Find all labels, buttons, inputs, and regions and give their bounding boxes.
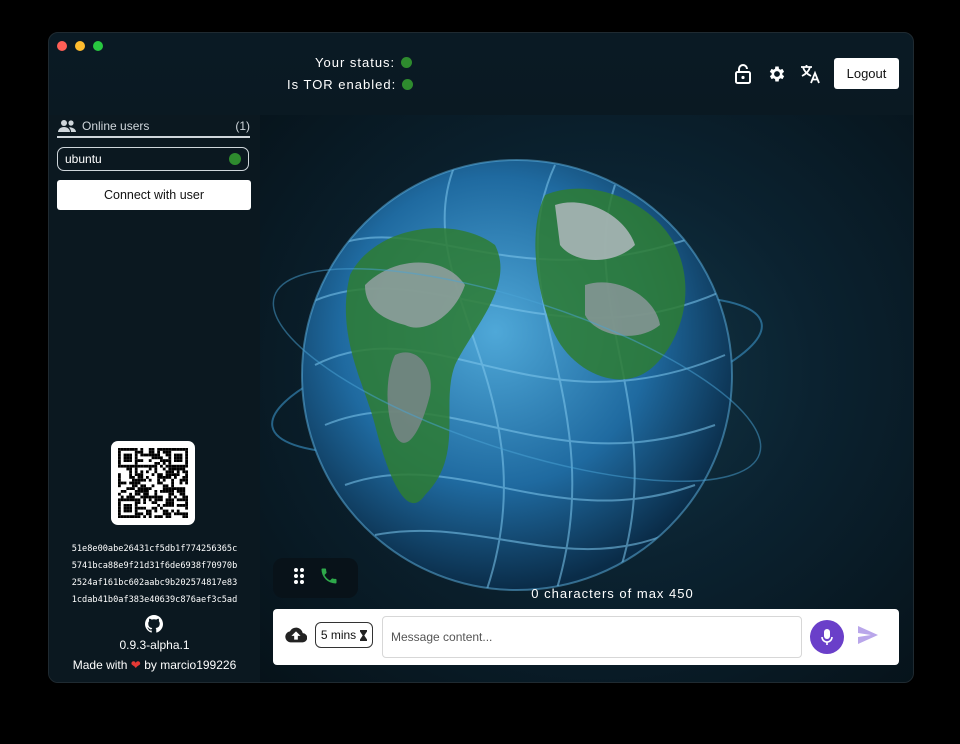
header-actions: Logout — [732, 58, 899, 89]
tor-dot — [402, 79, 414, 90]
made-with-suffix: by marcio199226 — [144, 658, 237, 672]
timer-value: 5 mins — [320, 628, 357, 642]
tor-label: Is TOR enabled: — [287, 77, 397, 92]
logout-button[interactable]: Logout — [834, 58, 899, 89]
user-online-dot — [229, 153, 241, 165]
github-icon[interactable] — [145, 615, 163, 633]
chat-area: 0 characters of max 450 5 mins — [260, 115, 913, 682]
made-with-prefix: Made with — [72, 658, 128, 672]
header: Your status: Is TOR enabled: Logout — [49, 33, 913, 115]
unlock-icon[interactable] — [732, 63, 754, 85]
globe-illustration — [260, 135, 775, 610]
connect-with-user-button[interactable]: Connect with user — [57, 180, 251, 210]
message-input[interactable] — [382, 616, 802, 658]
made-with-credit: Made with ❤ by marcio199226 — [49, 658, 260, 672]
online-users-header: Online users (1) — [57, 115, 250, 138]
user-name: ubuntu — [65, 152, 102, 166]
user-list-item[interactable]: ubuntu — [57, 147, 249, 171]
cloud-upload-icon[interactable] — [285, 627, 308, 648]
status-label: Your status: — [315, 55, 396, 70]
hourglass-icon — [360, 629, 368, 641]
users-icon — [58, 119, 76, 132]
translate-icon[interactable] — [800, 63, 822, 85]
microphone-button[interactable] — [810, 620, 844, 654]
hash-line: 1cdab41b0af383e40639c876aef3c5ad — [71, 595, 238, 605]
gear-icon[interactable] — [766, 63, 788, 85]
heart-icon: ❤ — [130, 658, 141, 672]
send-icon[interactable] — [858, 626, 878, 649]
status-dot — [401, 57, 413, 68]
microphone-icon — [821, 628, 833, 645]
message-composer: 5 mins — [273, 609, 899, 665]
character-counter: 0 characters of max 450 — [531, 586, 694, 601]
hash-line: 5741bca88e9f21d31f6de6938f70970b — [71, 561, 238, 571]
hash-line: 51e8e00abe26431cf5db1f774256365c — [71, 544, 238, 554]
online-users-label: Online users — [82, 118, 150, 133]
app-window: Your status: Is TOR enabled: Logout Onli… — [48, 32, 914, 683]
qr-code — [111, 441, 195, 525]
tor-indicator: Is TOR enabled: — [287, 77, 414, 92]
online-users-count: (1) — [235, 118, 250, 133]
app-version: 0.9.3-alpha.1 — [119, 638, 190, 652]
message-timer-select[interactable]: 5 mins — [315, 622, 373, 648]
status-indicator: Your status: — [315, 55, 413, 70]
hash-line: 2524af161bc602aabc9b202574817e83 — [71, 578, 238, 588]
sidebar: Online users (1) ubuntu Connect with use… — [49, 115, 260, 682]
